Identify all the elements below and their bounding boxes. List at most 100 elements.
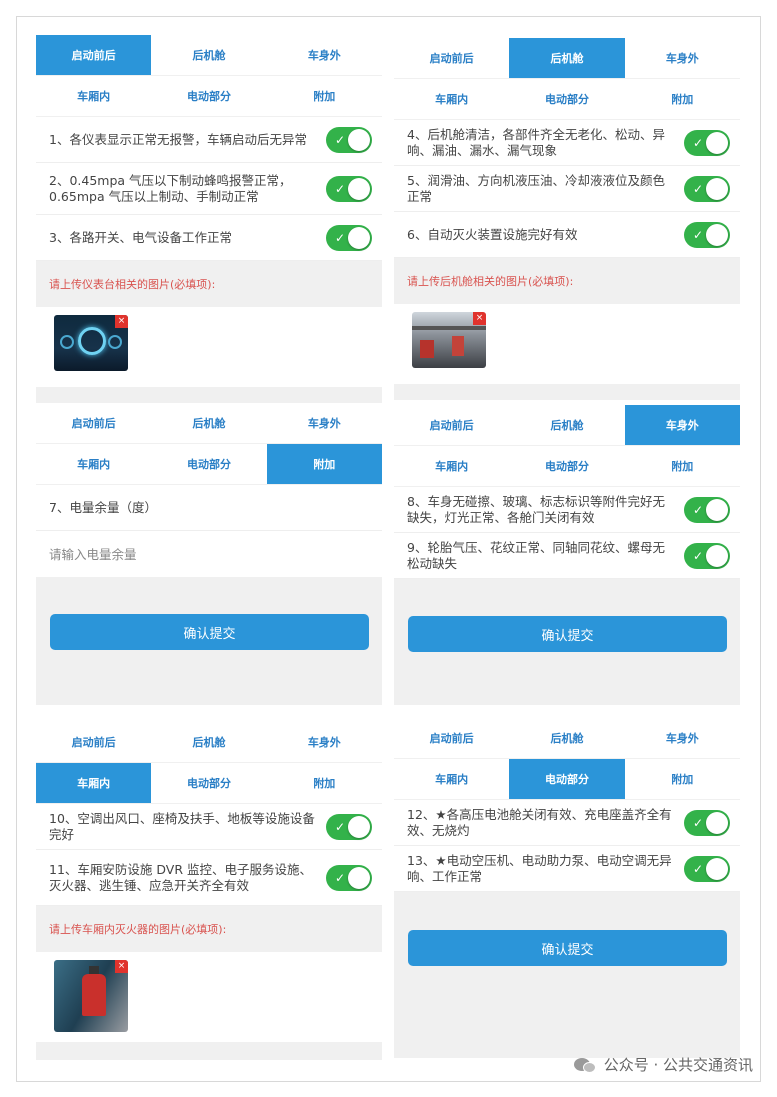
check-item: 13、★电动空压机、电动助力泵、电动空调无异响、工作正常 ✓ — [394, 846, 740, 892]
tab-row-2: 车厢内 电动部分 附加 — [36, 76, 382, 117]
submit-button[interactable]: 确认提交 — [408, 930, 727, 966]
tab-electric[interactable]: 电动部分 — [151, 763, 267, 803]
check-icon: ✓ — [693, 181, 704, 196]
upload-area[interactable]: × — [394, 304, 740, 384]
tab-row-1: 启动前后 后机舱 车身外 — [36, 722, 382, 763]
tab-exterior[interactable]: 车身外 — [624, 38, 740, 78]
check-icon: ✓ — [693, 502, 704, 517]
check-item: 12、★各高压电池舱关闭有效、充电座盖齐全有效、无烧灼 ✓ — [394, 800, 740, 846]
check-icon: ✓ — [693, 548, 704, 563]
tab-additional[interactable]: 附加 — [624, 79, 740, 119]
check-icon: ✓ — [693, 861, 704, 876]
tab-row-2: 车厢内 电动部分 附加 — [394, 759, 740, 800]
check-item: 9、轮胎气压、花纹正常、同轴同花纹、螺母无松动缺失 ✓ — [394, 533, 740, 579]
check-item-label: 5、润滑油、方向机液压油、冷却液液位及颜色正常 — [407, 172, 665, 204]
tab-cabin[interactable]: 车厢内 — [36, 763, 152, 803]
submit-button[interactable]: 确认提交 — [408, 616, 727, 652]
delete-icon[interactable]: × — [473, 312, 486, 325]
check-toggle[interactable]: ✓ — [684, 542, 730, 569]
upload-area[interactable]: × — [36, 952, 382, 1042]
watermark: 公众号 · 公共交通资讯 — [573, 1054, 753, 1075]
check-toggle[interactable]: ✓ — [326, 813, 372, 840]
tab-cabin[interactable]: 车厢内 — [394, 79, 510, 119]
panel-cabin: 启动前后 后机舱 车身外 车厢内 电动部分 附加 10、空调出风口、座椅及扶手、… — [36, 722, 382, 1060]
tab-row-2: 车厢内 电动部分 附加 — [394, 79, 740, 120]
panel-rear-engine: 启动前后 后机舱 车身外 车厢内 电动部分 附加 4、后机舱清洁，各部件齐全无老… — [394, 38, 740, 400]
tab-electric[interactable]: 电动部分 — [151, 76, 267, 116]
delete-icon[interactable]: × — [115, 960, 128, 973]
check-item-label: 12、★各高压电池舱关闭有效、充电座盖齐全有效、无烧灼 — [407, 806, 672, 838]
tab-electric[interactable]: 电动部分 — [509, 446, 625, 486]
tab-cabin[interactable]: 车厢内 — [394, 759, 510, 799]
tab-row-1: 启动前后 后机舱 车身外 — [394, 718, 740, 759]
tab-rear-engine[interactable]: 后机舱 — [151, 722, 267, 762]
tab-cabin[interactable]: 车厢内 — [394, 446, 510, 486]
check-item-label: 1、各仪表显示正常无报警，车辆启动后无异常 — [49, 131, 307, 147]
upload-label: 请上传后机舱相关的图片(必填项): — [394, 258, 740, 304]
extinguisher-photo-thumbnail[interactable]: × — [54, 960, 128, 1032]
check-item: 7、电量余量（度） — [36, 485, 382, 531]
tab-startup[interactable]: 启动前后 — [36, 403, 152, 443]
check-toggle[interactable]: ✓ — [684, 129, 730, 156]
delete-icon[interactable]: × — [115, 315, 128, 328]
check-item: 5、润滑油、方向机液压油、冷却液液位及颜色正常 ✓ — [394, 166, 740, 212]
tab-exterior[interactable]: 车身外 — [624, 718, 740, 758]
check-toggle[interactable]: ✓ — [684, 221, 730, 248]
check-item-label: 10、空调出风口、座椅及扶手、地板等设施设备完好 — [49, 810, 315, 842]
submit-button[interactable]: 确认提交 — [50, 614, 369, 650]
dashboard-photo-thumbnail[interactable]: × — [54, 315, 128, 371]
tab-electric[interactable]: 电动部分 — [509, 759, 625, 799]
tab-exterior[interactable]: 车身外 — [266, 35, 382, 75]
tab-additional[interactable]: 附加 — [266, 76, 382, 116]
check-icon: ✓ — [693, 135, 704, 150]
check-icon: ✓ — [693, 227, 704, 242]
tab-rear-engine[interactable]: 后机舱 — [509, 718, 625, 758]
tab-rear-engine[interactable]: 后机舱 — [509, 405, 625, 445]
check-toggle[interactable]: ✓ — [326, 175, 372, 202]
check-toggle[interactable]: ✓ — [684, 496, 730, 523]
tab-electric[interactable]: 电动部分 — [509, 79, 625, 119]
check-icon: ✓ — [335, 230, 346, 245]
tab-startup[interactable]: 启动前后 — [394, 405, 510, 445]
check-item: 11、车厢安防设施 DVR 监控、电子服务设施、灭火器、逃生锤、应急开关齐全有效… — [36, 850, 382, 906]
check-item-label: 13、★电动空压机、电动助力泵、电动空调无异响、工作正常 — [407, 852, 672, 884]
tab-exterior[interactable]: 车身外 — [266, 403, 382, 443]
tab-row-1: 启动前后 后机舱 车身外 — [36, 35, 382, 76]
tab-exterior[interactable]: 车身外 — [266, 722, 382, 762]
tab-electric[interactable]: 电动部分 — [151, 444, 267, 484]
tab-rear-engine[interactable]: 后机舱 — [509, 38, 625, 78]
check-item: 1、各仪表显示正常无报警，车辆启动后无异常 ✓ — [36, 117, 382, 163]
tab-cabin[interactable]: 车厢内 — [36, 444, 152, 484]
tab-rear-engine[interactable]: 后机舱 — [151, 403, 267, 443]
tab-cabin[interactable]: 车厢内 — [36, 76, 152, 116]
panel-startup: 启动前后 后机舱 车身外 车厢内 电动部分 附加 1、各仪表显示正常无报警，车辆… — [36, 35, 382, 403]
tab-startup[interactable]: 启动前后 — [36, 35, 152, 75]
tab-startup[interactable]: 启动前后 — [36, 722, 152, 762]
panel-electric: 启动前后 后机舱 车身外 车厢内 电动部分 附加 12、★各高压电池舱关闭有效、… — [394, 718, 740, 1058]
check-item-label: 11、车厢安防设施 DVR 监控、电子服务设施、灭火器、逃生锤、应急开关齐全有效 — [49, 861, 312, 893]
check-toggle[interactable]: ✓ — [684, 175, 730, 202]
check-toggle[interactable]: ✓ — [326, 126, 372, 153]
check-toggle[interactable]: ✓ — [684, 855, 730, 882]
check-toggle[interactable]: ✓ — [326, 224, 372, 251]
check-toggle[interactable]: ✓ — [326, 864, 372, 891]
tab-startup[interactable]: 启动前后 — [394, 718, 510, 758]
check-item-label: 4、后机舱清洁，各部件齐全无老化、松动、异响、漏油、漏水、漏气现象 — [407, 126, 665, 158]
tab-exterior[interactable]: 车身外 — [624, 405, 740, 445]
battery-input-row — [36, 531, 382, 577]
tab-additional[interactable]: 附加 — [624, 759, 740, 799]
upload-area[interactable]: × — [36, 307, 382, 387]
check-icon: ✓ — [335, 819, 346, 834]
check-icon: ✓ — [335, 870, 346, 885]
tab-additional[interactable]: 附加 — [266, 444, 382, 484]
engine-photo-thumbnail[interactable]: × — [412, 312, 486, 368]
check-item-label: 3、各路开关、电气设备工作正常 — [49, 229, 232, 245]
check-toggle[interactable]: ✓ — [684, 809, 730, 836]
tab-startup[interactable]: 启动前后 — [394, 38, 510, 78]
check-item-label: 8、车身无碰擦、玻璃、标志标识等附件完好无缺失，灯光正常、各舱门关闭有效 — [407, 493, 665, 525]
battery-remaining-input[interactable] — [49, 546, 349, 562]
tab-additional[interactable]: 附加 — [266, 763, 382, 803]
tab-rear-engine[interactable]: 后机舱 — [151, 35, 267, 75]
check-item-label: 9、轮胎气压、花纹正常、同轴同花纹、螺母无松动缺失 — [407, 539, 665, 571]
tab-additional[interactable]: 附加 — [624, 446, 740, 486]
